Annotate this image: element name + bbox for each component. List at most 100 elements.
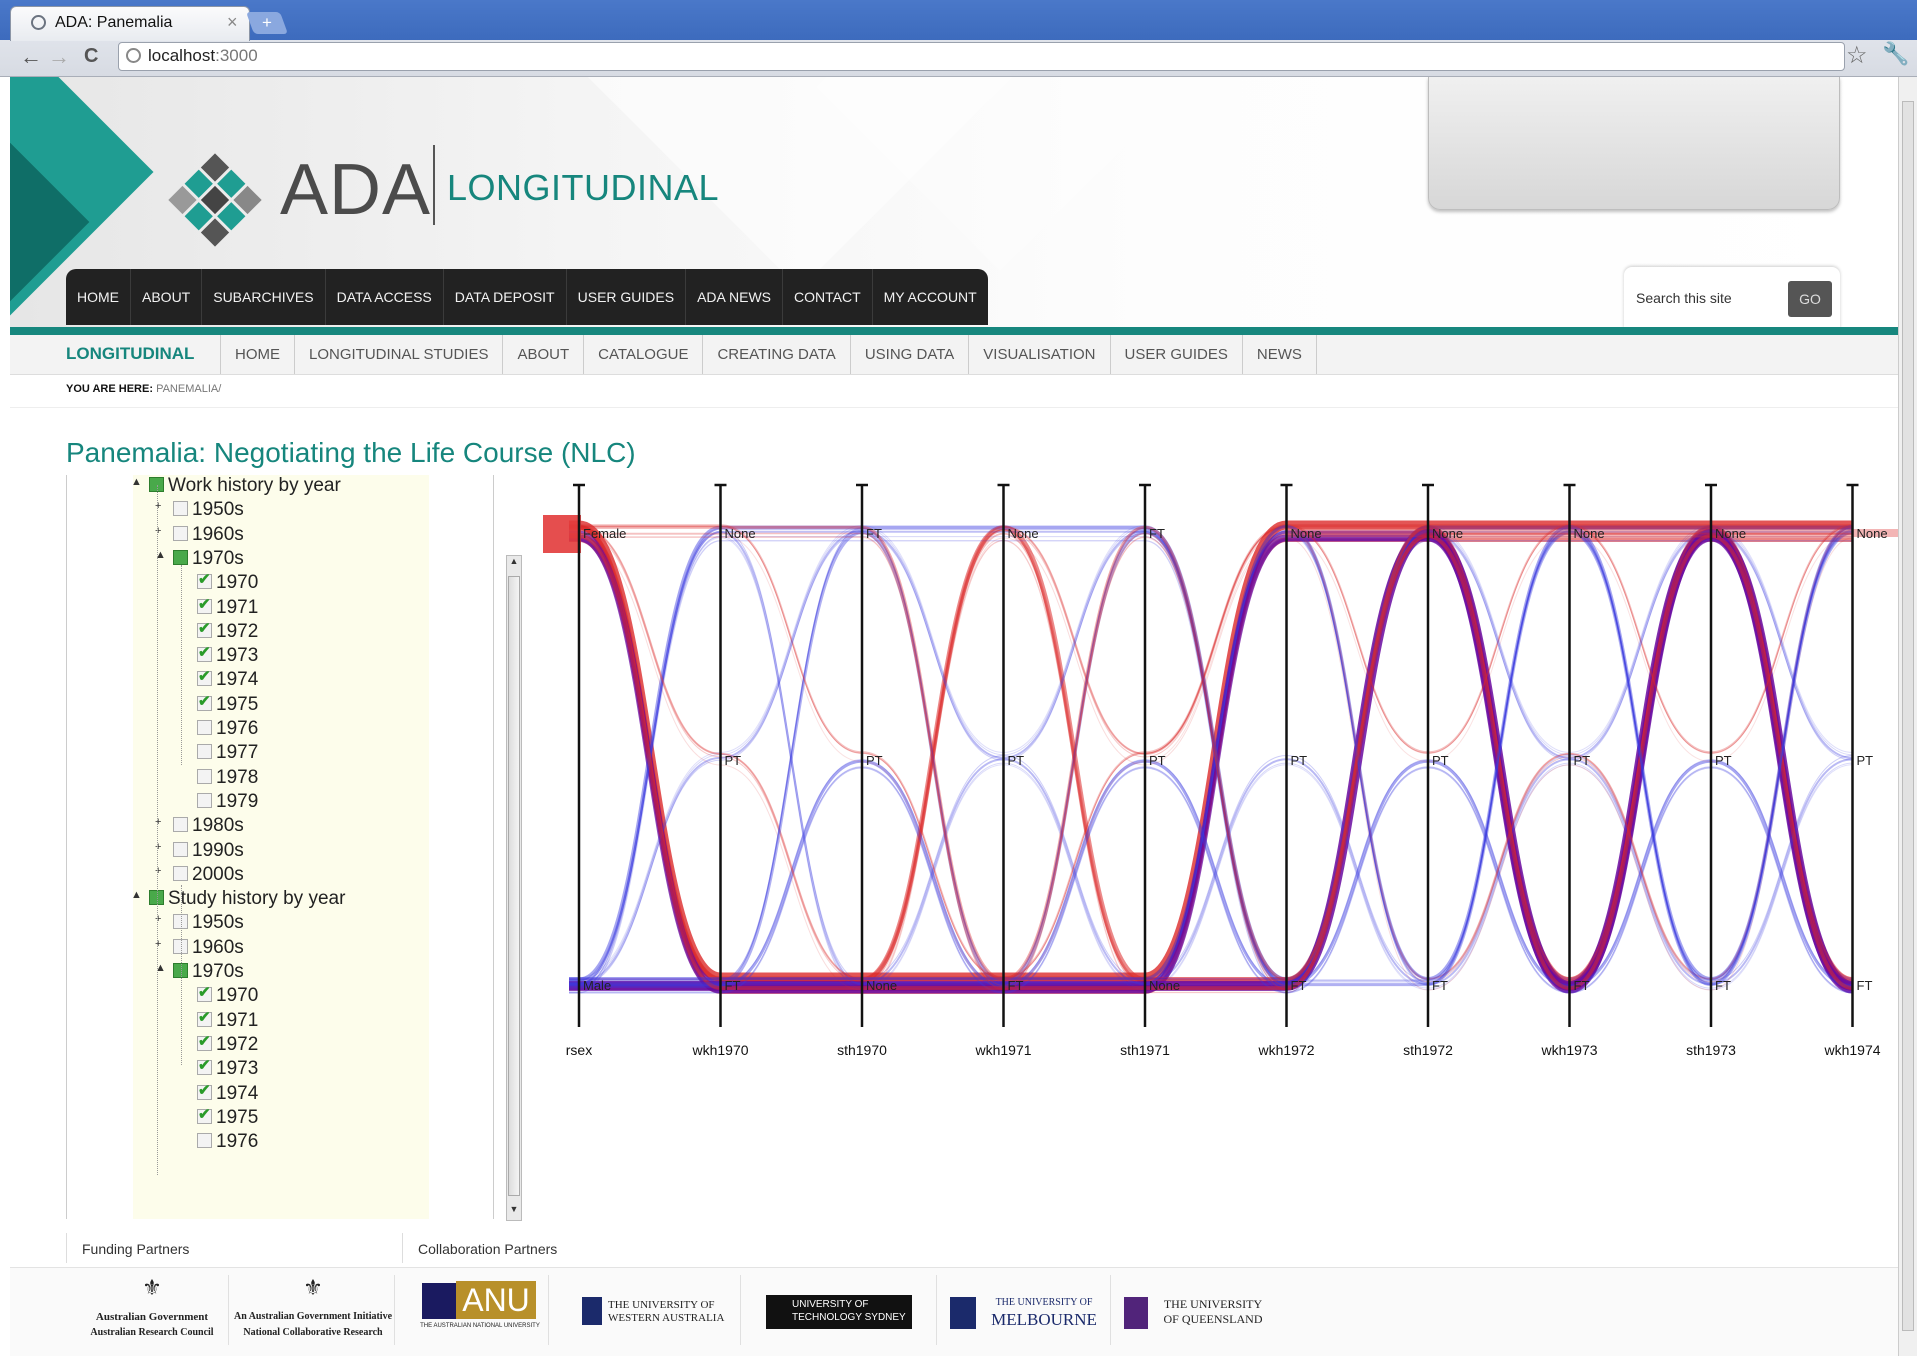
nav-user-guides[interactable]: USER GUIDES (567, 269, 687, 325)
australian-government-logo[interactable]: ⚜ Australian Government Australian Resea… (76, 1275, 229, 1345)
tree-group[interactable]: ▲ Work history by year (131, 475, 341, 499)
wrench-icon[interactable]: 🔧 (1882, 41, 1909, 67)
category-label[interactable]: PT (1291, 753, 1308, 768)
category-label[interactable]: PT (725, 753, 742, 768)
browser-tab[interactable]: ADA: Panemalia × (10, 6, 250, 41)
tree-year[interactable]: 1975 (197, 1105, 258, 1131)
collapse-icon[interactable]: ▲ (131, 889, 142, 901)
tree-year[interactable]: 1970 (197, 570, 258, 596)
collapse-icon[interactable]: ▲ (131, 476, 142, 488)
nav-home[interactable]: HOME (66, 269, 131, 325)
parallel-sets-chart[interactable]: rsex Female Male wkh1970 None PT FT sth1970 FT PT… (530, 475, 1898, 1095)
search-go-button[interactable]: GO (1788, 281, 1832, 317)
category-label[interactable]: FT (1291, 978, 1307, 993)
expand-icon[interactable]: + (155, 938, 161, 950)
tree-year[interactable]: 1974 (197, 667, 258, 693)
back-icon[interactable]: ← (20, 44, 42, 70)
checkbox[interactable] (173, 841, 188, 857)
tree-year[interactable]: 1970 (197, 983, 258, 1009)
category-label[interactable]: FT (1149, 526, 1165, 541)
checkbox[interactable] (197, 983, 212, 1003)
checkbox[interactable] (197, 570, 212, 590)
axis-label[interactable]: sth1972 (1403, 1042, 1453, 1058)
axis-label[interactable]: wkh1970 (691, 1042, 748, 1058)
tree-year[interactable]: 1971 (197, 595, 258, 621)
subnav-longitudinal-studies[interactable]: LONGITUDINAL STUDIES (294, 335, 502, 374)
axis-label[interactable]: sth1971 (1120, 1042, 1170, 1058)
nav-data-access[interactable]: DATA ACCESS (326, 269, 444, 325)
tree-decade[interactable]: ▲ 1970s (155, 961, 244, 985)
expand-icon[interactable]: + (155, 500, 161, 512)
category-label[interactable]: Female (583, 526, 626, 541)
tree-year[interactable]: 1971 (197, 1008, 258, 1034)
category-label[interactable]: PT (1008, 753, 1025, 768)
tree-scrollbar-thumb[interactable] (508, 576, 520, 1196)
axis-label[interactable]: wkh1971 (974, 1042, 1031, 1058)
checkbox[interactable] (197, 595, 212, 614)
new-tab-button[interactable]: + (245, 12, 289, 34)
expand-icon[interactable]: + (155, 913, 161, 925)
tree-group[interactable]: ▲ Study history by year (131, 888, 345, 912)
category-label[interactable]: None (1715, 526, 1746, 541)
subnav-creating-data[interactable]: CREATING DATA (702, 335, 849, 374)
tree-year[interactable]: 1977 (197, 742, 258, 766)
category-highlight[interactable] (543, 515, 581, 553)
nav-my-account[interactable]: MY ACCOUNT (873, 269, 988, 325)
subnav-news[interactable]: NEWS (1241, 335, 1317, 374)
star-icon[interactable]: ☆ (1846, 41, 1868, 70)
tree-year[interactable]: 1976 (197, 718, 258, 742)
tree-decade[interactable]: +1960s (155, 524, 244, 548)
subnav-home[interactable]: HOME (220, 335, 294, 374)
category-label[interactable]: FT (1432, 978, 1448, 993)
tree-scrollbar[interactable]: ▲ ▼ (506, 555, 522, 1221)
category-label[interactable]: PT (1574, 753, 1591, 768)
ncris-logo[interactable]: ⚜ An Australian Government Initiative Na… (232, 1275, 395, 1345)
checkbox[interactable] (173, 817, 188, 833)
category-label[interactable]: FT (1715, 978, 1731, 993)
category-label[interactable]: None (1857, 526, 1888, 541)
checkbox[interactable] (197, 1133, 212, 1149)
breadcrumb-link[interactable]: PANEMALIA/ (156, 383, 221, 395)
expand-icon[interactable]: + (155, 816, 161, 828)
category-label[interactable]: None (1008, 526, 1039, 541)
tree-year[interactable]: 1975 (197, 692, 258, 718)
category-label[interactable]: None (1291, 526, 1322, 541)
uwa-logo[interactable]: THE UNIVERSITY OF WESTERN AUSTRALIA (570, 1275, 741, 1345)
checkbox[interactable] (197, 1105, 212, 1124)
tree-decade[interactable]: +1980s (155, 815, 244, 839)
checkbox[interactable] (197, 792, 212, 808)
subnav-using-data[interactable]: USING DATA (849, 335, 968, 374)
axis-label[interactable]: wkh1973 (1540, 1042, 1597, 1058)
nav-subarchives[interactable]: SUBARCHIVES (202, 269, 326, 325)
axis-label[interactable]: wkh1972 (1257, 1042, 1314, 1058)
tree-year[interactable]: 1979 (197, 791, 258, 815)
tree-decade[interactable]: +1950s (155, 912, 244, 936)
axis-label[interactable]: wkh1974 (1823, 1042, 1880, 1058)
category-label[interactable]: FT (1574, 978, 1590, 993)
tree-year[interactable]: 1972 (197, 1032, 258, 1058)
category-label[interactable]: None (725, 526, 756, 541)
checkbox[interactable] (197, 720, 212, 735)
scroll-down-icon[interactable]: ▼ (507, 1204, 521, 1220)
checkbox[interactable] (197, 744, 212, 760)
page-scrollbar-thumb[interactable] (1902, 101, 1914, 1331)
close-icon[interactable]: × (227, 12, 238, 33)
tree-decade[interactable]: +1960s (155, 937, 244, 961)
subnav-user-guides[interactable]: USER GUIDES (1109, 335, 1242, 374)
category-label[interactable]: None (1574, 526, 1605, 541)
category-label[interactable]: FT (866, 526, 882, 541)
checkbox[interactable] (197, 619, 212, 638)
tree-year[interactable]: 1973 (197, 1056, 258, 1082)
category-label[interactable]: PT (1715, 753, 1732, 768)
checkbox[interactable] (197, 692, 212, 711)
category-label[interactable]: PT (1149, 753, 1166, 768)
nav-about[interactable]: ABOUT (131, 269, 203, 325)
melbourne-logo[interactable]: THE UNIVERSITY OF MELBOURNE (940, 1275, 1111, 1345)
expand-icon[interactable]: + (155, 841, 161, 853)
checkbox[interactable] (197, 768, 212, 784)
reload-icon[interactable]: C (84, 45, 98, 68)
nav-ada-news[interactable]: ADA NEWS (686, 269, 783, 325)
search-input[interactable]: Search this site (1636, 290, 1732, 306)
checkbox[interactable] (197, 1008, 212, 1027)
page-scrollbar[interactable] (1898, 77, 1917, 1356)
